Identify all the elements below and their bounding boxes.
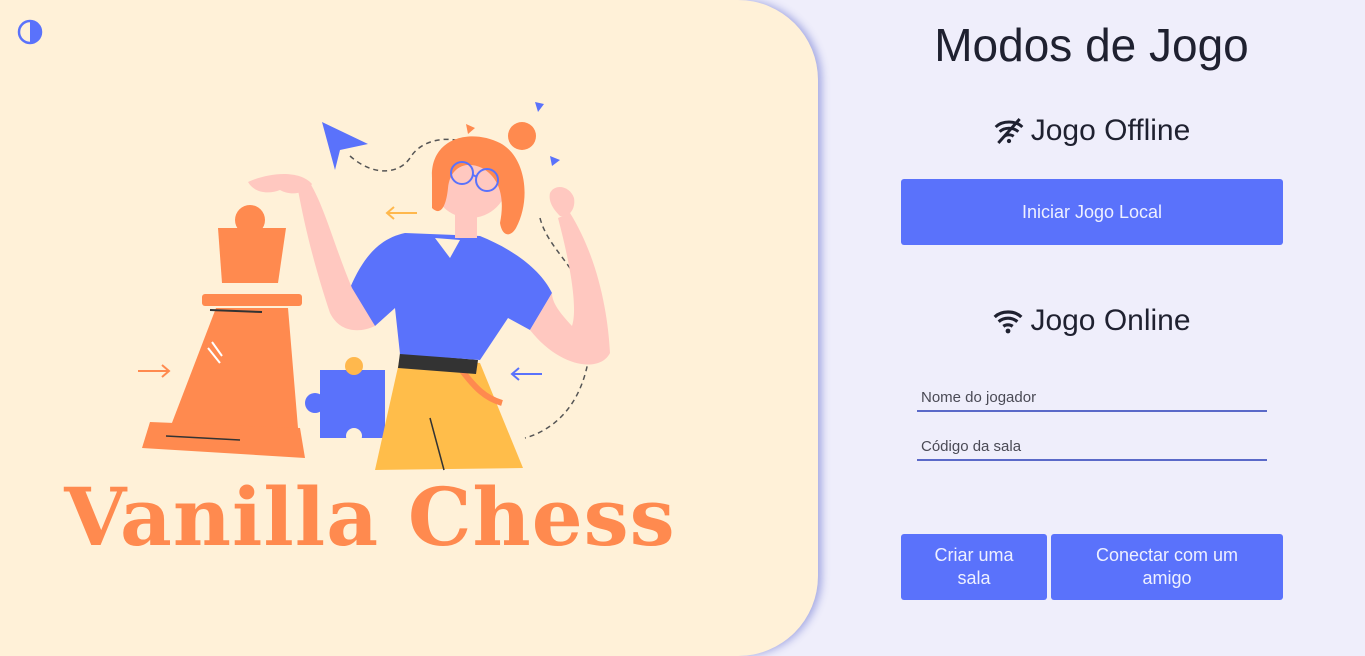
start-local-game-button[interactable]: Iniciar Jogo Local [901,179,1283,245]
offline-title-text: Jogo Offline [1030,114,1191,147]
offline-section-title: Jogo Offline [818,114,1365,148]
app-logo-title: Vanilla Chess [64,470,676,564]
online-section-title: Jogo Online [818,304,1365,338]
player-name-input[interactable] [917,370,1267,410]
wifi-off-icon [994,118,1024,144]
create-room-button[interactable]: Criar uma sala [901,534,1047,600]
game-modes-panel: Modos de Jogo Jogo Offline Iniciar Jogo … [818,0,1365,656]
hero-panel: Vanilla Chess [0,0,818,656]
chess-player-illustration [138,102,610,471]
online-title-text: Jogo Online [1030,304,1191,337]
wifi-icon [993,310,1023,334]
room-code-input[interactable] [917,419,1267,459]
half-circle-contrast-icon[interactable] [17,19,43,45]
room-code-field [917,419,1267,461]
player-name-field [917,370,1267,412]
connect-friend-button[interactable]: Conectar com um amigo [1051,534,1283,600]
page-title: Modos de Jogo [934,19,1249,71]
